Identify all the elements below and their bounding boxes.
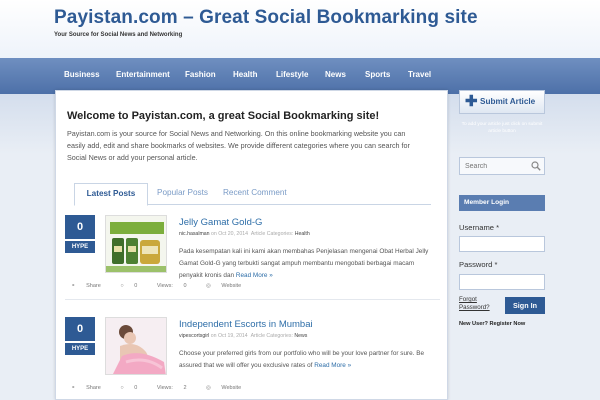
site-title[interactable]: Payistan.com – Great Social Bookmarking … bbox=[54, 7, 478, 29]
share-link[interactable]: ⚬ Share bbox=[71, 283, 110, 289]
comments-count[interactable]: ○ 0 bbox=[120, 283, 146, 289]
vote-count: 0 bbox=[65, 215, 95, 239]
post-date: Oct 19, 2014 bbox=[217, 333, 248, 339]
password-field[interactable] bbox=[459, 274, 545, 290]
search-input[interactable] bbox=[460, 158, 530, 174]
forgot-line-2: Password? bbox=[459, 304, 490, 311]
post-excerpt: Pada kesempatan kali ini kami akan memba… bbox=[179, 246, 437, 282]
post-category[interactable]: News bbox=[294, 333, 307, 339]
views-count: Views: 2 bbox=[157, 385, 196, 391]
date-prefix: on bbox=[211, 231, 217, 237]
tab-latest-posts[interactable]: Latest Posts bbox=[74, 183, 148, 206]
site-tagline: Your Source for Social News and Networki… bbox=[54, 32, 183, 38]
views-count: Views: 0 bbox=[157, 283, 196, 289]
website-label: Website bbox=[221, 283, 242, 289]
comments-value: 0 bbox=[134, 385, 138, 391]
post-meta: nic.hasalman on Oct 20, 2014 Article Cat… bbox=[179, 231, 310, 237]
post-excerpt: Choose your preferred girls from our por… bbox=[179, 348, 437, 372]
views-value: 2 bbox=[183, 385, 187, 391]
share-icon: ⚬ bbox=[71, 283, 78, 289]
username-field[interactable] bbox=[459, 236, 545, 252]
hype-button[interactable]: HYPE bbox=[65, 241, 95, 253]
post-author[interactable]: nic.hasalman bbox=[179, 231, 210, 237]
read-more-link[interactable]: Read More » bbox=[314, 362, 351, 369]
share-link[interactable]: ⚬ Share bbox=[71, 385, 110, 391]
main-navigation: Business Entertainment Fashion Health Li… bbox=[0, 58, 600, 94]
welcome-title: Welcome to Payistan.com, a great Social … bbox=[67, 110, 380, 122]
search-box bbox=[459, 157, 545, 175]
date-prefix: on bbox=[210, 333, 217, 339]
comments-value: 0 bbox=[134, 283, 138, 289]
nav-item-business[interactable]: Business bbox=[64, 70, 100, 79]
forgot-password-link[interactable]: Forgot Password? bbox=[459, 296, 490, 312]
vote-count: 0 bbox=[65, 317, 95, 341]
main-content: Welcome to Payistan.com, a great Social … bbox=[55, 90, 448, 400]
views-label: Views: bbox=[156, 385, 173, 391]
comment-icon: ○ bbox=[120, 385, 126, 391]
post-thumbnail[interactable] bbox=[105, 215, 167, 273]
person-image bbox=[106, 318, 166, 374]
read-more-link[interactable]: Read More » bbox=[236, 272, 273, 279]
share-label: Share bbox=[86, 385, 101, 391]
category-label: Article Categories: bbox=[250, 231, 294, 237]
post-divider bbox=[65, 299, 440, 300]
welcome-text: Payistan.com is your source for Social N… bbox=[67, 129, 410, 162]
site-header: Payistan.com – Great Social Bookmarking … bbox=[0, 0, 600, 58]
search-icon[interactable] bbox=[531, 161, 541, 171]
member-login-header: Member Login bbox=[459, 195, 545, 211]
category-label: Article Categories: bbox=[250, 333, 293, 339]
forgot-line-1: Forgot bbox=[459, 296, 477, 303]
views-value: 0 bbox=[183, 283, 187, 289]
post-date: Oct 20, 2014 bbox=[218, 231, 248, 237]
nav-item-entertainment[interactable]: Entertainment bbox=[116, 70, 170, 79]
submit-article-button[interactable]: ✚ Submit Article bbox=[459, 90, 545, 114]
post-meta: vipescortsgirl on Oct 19, 2014 Article C… bbox=[179, 333, 307, 339]
globe-icon: ◎ bbox=[206, 283, 213, 289]
post-thumbnail[interactable] bbox=[105, 317, 167, 375]
views-label: Views: bbox=[156, 283, 173, 289]
username-label: Username * bbox=[459, 223, 500, 232]
share-icon: ⚬ bbox=[71, 385, 78, 391]
nav-item-lifestyle[interactable]: Lifestyle bbox=[276, 70, 308, 79]
submit-article-label: Submit Article bbox=[480, 97, 536, 106]
submit-hint: To add your article just click on submit… bbox=[461, 122, 543, 134]
plus-icon: ✚ bbox=[465, 93, 478, 110]
excerpt-text: Choose your preferred girls from our por… bbox=[179, 350, 425, 369]
post-stats: ⚬ Share ○ 0 Views: 0 ◎ Website bbox=[71, 283, 259, 289]
post-stats: ⚬ Share ○ 0 Views: 2 ◎ Website bbox=[71, 385, 259, 391]
hype-button[interactable]: HYPE bbox=[65, 343, 95, 355]
nav-item-news[interactable]: News bbox=[325, 70, 346, 79]
post-author[interactable]: vipescortsgirl bbox=[179, 333, 209, 339]
tab-popular-posts[interactable]: Popular Posts bbox=[157, 188, 208, 197]
post-tabs: Latest Posts Popular Posts Recent Commen… bbox=[74, 183, 431, 206]
post-category[interactable]: Health bbox=[295, 231, 310, 237]
product-image bbox=[106, 216, 166, 272]
globe-icon: ◎ bbox=[206, 385, 213, 391]
vote-box: 0 HYPE bbox=[65, 215, 95, 253]
post-title[interactable]: Independent Escorts in Mumbai bbox=[179, 319, 313, 330]
nav-item-fashion[interactable]: Fashion bbox=[185, 70, 216, 79]
excerpt-text: Pada kesempatan kali ini kami akan memba… bbox=[179, 248, 429, 279]
tab-recent-comment[interactable]: Recent Comment bbox=[223, 188, 287, 197]
register-link[interactable]: New User? Register Now bbox=[459, 321, 525, 327]
post-title[interactable]: Jelly Gamat Gold-G bbox=[179, 217, 262, 228]
website-label: Website bbox=[221, 385, 242, 391]
nav-item-travel[interactable]: Travel bbox=[408, 70, 431, 79]
sign-in-button[interactable]: Sign In bbox=[505, 297, 545, 314]
website-link[interactable]: ◎ Website bbox=[206, 283, 250, 289]
password-label: Password * bbox=[459, 260, 498, 269]
nav-item-sports[interactable]: Sports bbox=[365, 70, 390, 79]
nav-item-health[interactable]: Health bbox=[233, 70, 257, 79]
comments-count[interactable]: ○ 0 bbox=[120, 385, 146, 391]
vote-box: 0 HYPE bbox=[65, 317, 95, 355]
share-label: Share bbox=[86, 283, 101, 289]
website-link[interactable]: ◎ Website bbox=[206, 385, 250, 391]
comment-icon: ○ bbox=[120, 283, 126, 289]
